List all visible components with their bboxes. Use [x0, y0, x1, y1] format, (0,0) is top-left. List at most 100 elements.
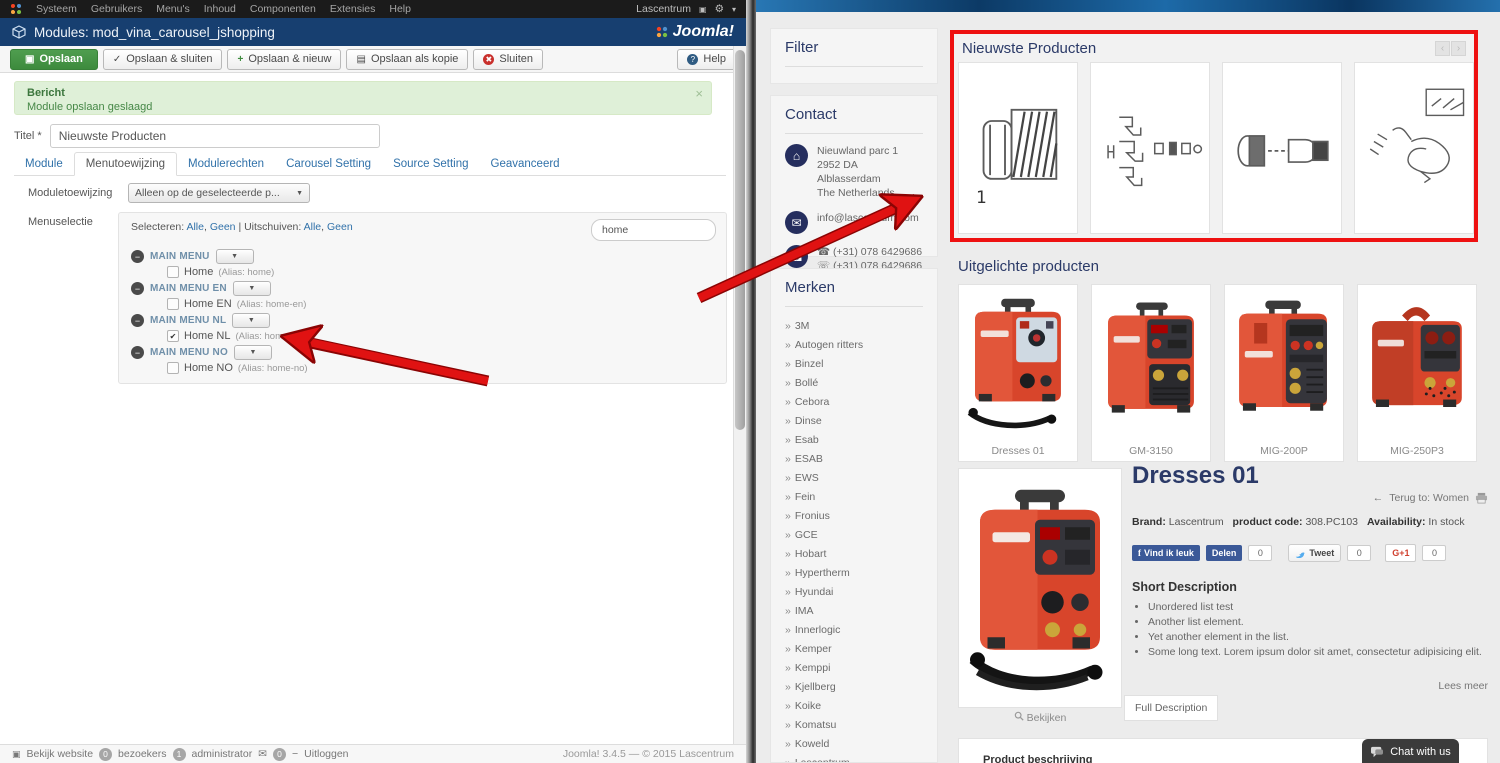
gplus-button[interactable]: G+1	[1385, 544, 1416, 562]
menubar-item-inhoud[interactable]: Inhoud	[204, 3, 236, 15]
help-button[interactable]: ? Help	[677, 49, 736, 70]
select-none-link[interactable]: Geen	[210, 221, 236, 233]
full-description-tab[interactable]: Full Description	[1124, 695, 1218, 721]
close-button[interactable]: ✖ Sluiten	[473, 49, 543, 70]
save-copy-button[interactable]: ▤ Opslaan als kopie	[346, 49, 468, 70]
title-input[interactable]	[50, 124, 380, 148]
collapse-icon[interactable]: −	[131, 282, 144, 295]
menubar-item-menus[interactable]: Menu's	[156, 3, 190, 15]
brand-link-cebora[interactable]: »Cebora	[785, 393, 923, 412]
view-site-link[interactable]: Bekijk website	[27, 748, 94, 760]
menubar-item-componenten[interactable]: Componenten	[250, 3, 316, 15]
home-nl-checkbox[interactable]	[167, 330, 179, 342]
menubar-item-help[interactable]: Help	[389, 3, 411, 15]
help-icon: ?	[687, 54, 698, 65]
admin-scrollbar[interactable]	[733, 46, 746, 744]
brand-link-hyundai[interactable]: »Hyundai	[785, 583, 923, 602]
back-to-category-link[interactable]: Terug to: Women	[1389, 492, 1469, 504]
read-more-link[interactable]: Lees meer	[1132, 680, 1488, 692]
collapse-icon[interactable]: −	[131, 346, 144, 359]
tweet-button[interactable]: Tweet	[1288, 544, 1341, 562]
carousel-next-button[interactable]: ›	[1451, 41, 1466, 56]
brand-link-fronius[interactable]: »Fronius	[785, 507, 923, 526]
brand-link-dinse[interactable]: »Dinse	[785, 412, 923, 431]
tab-modulerechten[interactable]: Modulerechten	[177, 153, 275, 175]
brand-link-komatsu[interactable]: »Komatsu	[785, 716, 923, 735]
assignment-select[interactable]: Alleen op de geselecteerde p... ▼	[128, 183, 310, 203]
brand-link-gce[interactable]: »GCE	[785, 526, 923, 545]
brand-link-ews[interactable]: »EWS	[785, 469, 923, 488]
chat-with-us-button[interactable]: Chat with us	[1362, 739, 1459, 763]
tab-geavanceerd[interactable]: Geavanceerd	[480, 153, 571, 175]
brand-link-kemper[interactable]: »Kemper	[785, 640, 923, 659]
collapse-icon[interactable]: −	[131, 314, 144, 327]
brand-link-hypertherm[interactable]: »Hypertherm	[785, 564, 923, 583]
brand-link-bolle[interactable]: »Bollé	[785, 374, 923, 393]
brand-link-koike[interactable]: »Koike	[785, 697, 923, 716]
success-message: Bericht Module opslaan geslaagd ×	[14, 81, 712, 115]
message-close-icon[interactable]: ×	[695, 86, 703, 101]
brand-link-fein[interactable]: »Fein	[785, 488, 923, 507]
menubar-item-systeem[interactable]: Systeem	[36, 3, 77, 15]
brand-link-kemppi[interactable]: »Kemppi	[785, 659, 923, 678]
twitter-bird-icon	[1295, 549, 1306, 558]
group-dropdown-button[interactable]: ▼	[232, 313, 270, 328]
phone-icon: ☎	[785, 245, 808, 268]
save-new-button[interactable]: + Opslaan & nieuw	[227, 49, 341, 70]
tab-source-setting[interactable]: Source Setting	[382, 153, 479, 175]
brand-link-innerlogic[interactable]: »Innerlogic	[785, 621, 923, 640]
view-image-link[interactable]: Bekijken	[958, 711, 1122, 724]
featured-product-mig200p[interactable]: MIG-200P	[1224, 284, 1344, 462]
group-dropdown-button[interactable]: ▼	[233, 281, 271, 296]
tab-carousel-setting[interactable]: Carousel Setting	[275, 153, 382, 175]
newest-product-tile-3[interactable]	[1222, 62, 1342, 234]
brand-link-lascentrum[interactable]: »Lascentrum	[785, 754, 923, 763]
brand-link-esab[interactable]: »Esab	[785, 431, 923, 450]
save-button[interactable]: ▣ Opslaan	[10, 49, 98, 70]
tab-menutoewijzing[interactable]: Menutoewijzing	[74, 152, 177, 176]
carousel-prev-button[interactable]: ‹	[1435, 41, 1450, 56]
newest-product-tile-2[interactable]	[1090, 62, 1210, 234]
brand-link-kjellberg[interactable]: »Kjellberg	[785, 678, 923, 697]
tab-module[interactable]: Module	[14, 153, 74, 175]
product-caption: MIG-250P3	[1358, 445, 1476, 461]
group-dropdown-button[interactable]: ▼	[216, 249, 254, 264]
featured-product-gm3150[interactable]: GM-3150	[1091, 284, 1211, 462]
logout-link[interactable]: Uitloggen	[304, 748, 348, 760]
chevron-down-icon[interactable]: ▾	[732, 5, 736, 14]
brand-link-esab2[interactable]: »ESAB	[785, 450, 923, 469]
select-all-link[interactable]: Alle	[186, 221, 204, 233]
plus-icon: +	[237, 54, 243, 65]
expand-all-link[interactable]: Alle	[304, 221, 322, 233]
facebook-share-button[interactable]: Delen	[1206, 545, 1243, 561]
home-en-checkbox[interactable]	[167, 298, 179, 310]
menubar-item-gebruikers[interactable]: Gebruikers	[91, 3, 142, 15]
group-dropdown-button[interactable]: ▼	[234, 345, 272, 360]
save-close-button[interactable]: ✓ Opslaan & sluiten	[103, 49, 223, 70]
home-no-checkbox[interactable]	[167, 362, 179, 374]
detail-product-image[interactable]	[958, 468, 1122, 708]
email-link[interactable]: info@lascentrum.com	[817, 212, 919, 224]
newest-product-tile-1[interactable]: 1	[958, 62, 1078, 234]
site-name-link[interactable]: Lascentrum	[636, 3, 691, 15]
print-icon[interactable]	[1475, 492, 1488, 504]
brand-link-binzel[interactable]: »Binzel	[785, 355, 923, 374]
product-title: Dresses 01	[1132, 462, 1488, 490]
scrollbar-thumb[interactable]	[735, 50, 745, 430]
featured-product-dresses01[interactable]: Dresses 01	[958, 284, 1078, 462]
contact-panel: Contact ⌂ Nieuwland parc 1 2952 DA Albla…	[770, 95, 938, 257]
menubar-item-extensies[interactable]: Extensies	[330, 3, 376, 15]
brand-link-hobart[interactable]: »Hobart	[785, 545, 923, 564]
brand-link-autogen[interactable]: »Autogen ritters	[785, 336, 923, 355]
collapse-icon[interactable]: −	[131, 250, 144, 263]
brand-link-ima[interactable]: »IMA	[785, 602, 923, 621]
newest-product-tile-4[interactable]	[1354, 62, 1474, 234]
gear-icon[interactable]: ⚙	[715, 3, 724, 15]
home-checkbox[interactable]	[167, 266, 179, 278]
expand-none-link[interactable]: Geen	[327, 221, 353, 233]
brand-link-3m[interactable]: »3M	[785, 317, 923, 336]
menu-search-input[interactable]	[591, 219, 716, 241]
brand-link-koweld[interactable]: »Koweld	[785, 735, 923, 754]
facebook-like-button[interactable]: f Vind ik leuk	[1132, 545, 1200, 561]
featured-product-mig250p3[interactable]: MIG-250P3	[1357, 284, 1477, 462]
